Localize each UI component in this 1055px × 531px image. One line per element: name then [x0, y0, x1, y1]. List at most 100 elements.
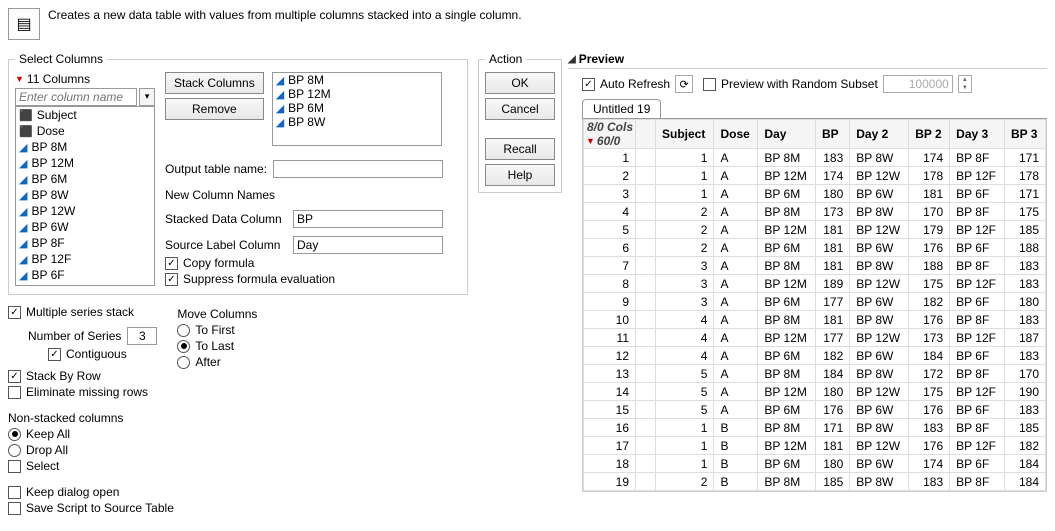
drop-all-radio[interactable] [8, 444, 21, 457]
nominal-icon: ⬛ [19, 125, 33, 138]
table-row[interactable]: 52ABP 12M181BP 12W179BP 12F185 [584, 221, 1046, 239]
auto-refresh-checkbox[interactable]: ✓ [582, 78, 595, 91]
table-row[interactable]: 171BBP 12M181BP 12W176BP 12F182 [584, 437, 1046, 455]
preview-tab[interactable]: Untitled 19 [582, 99, 661, 118]
random-subset-spinner[interactable]: ▲▼ [958, 75, 972, 93]
save-script-checkbox[interactable] [8, 502, 21, 515]
table-row[interactable]: 145ABP 12M180BP 12W175BP 12F190 [584, 383, 1046, 401]
move-to-last-radio[interactable] [177, 340, 190, 353]
column-search-input[interactable] [15, 88, 137, 106]
table-row[interactable]: 114ABP 12M177BP 12W173BP 12F187 [584, 329, 1046, 347]
table-row[interactable]: 31ABP 6M180BP 6W181BP 6F171 [584, 185, 1046, 203]
column-header[interactable]: Subject [656, 120, 714, 149]
continuous-icon: ◢ [276, 74, 284, 87]
move-after-radio[interactable] [177, 356, 190, 369]
move-columns-label: Move Columns [177, 307, 257, 321]
table-row[interactable]: 93ABP 6M177BP 6W182BP 6F180 [584, 293, 1046, 311]
keep-dialog-open-checkbox[interactable] [8, 486, 21, 499]
table-row[interactable]: 73ABP 8M181BP 8W188BP 8F183 [584, 257, 1046, 275]
suppress-formula-checkbox[interactable]: ✓ [165, 273, 178, 286]
nominal-icon: ⬛ [19, 109, 33, 122]
continuous-icon: ◢ [19, 221, 27, 234]
column-list-item[interactable]: ◢BP 12W [16, 203, 154, 219]
copy-formula-checkbox[interactable]: ✓ [165, 257, 178, 270]
help-button[interactable]: Help [485, 164, 555, 186]
multiple-series-label: Multiple series stack [26, 305, 134, 319]
description-text: Creates a new data table with values fro… [48, 8, 522, 24]
table-row[interactable]: 21ABP 12M174BP 12W178BP 12F178 [584, 167, 1046, 185]
stack-columns-button[interactable]: Stack Columns [165, 72, 264, 94]
column-list-item[interactable]: ◢BP 8W [16, 187, 154, 203]
select-checkbox[interactable] [8, 460, 21, 473]
continuous-icon: ◢ [19, 189, 27, 202]
table-row[interactable]: 83ABP 12M189BP 12W175BP 12F183 [584, 275, 1046, 293]
ok-button[interactable]: OK [485, 72, 555, 94]
columns-dropdown-icon[interactable]: ▼ [15, 74, 24, 84]
stacked-data-column-input[interactable] [293, 210, 443, 228]
continuous-icon: ◢ [276, 116, 284, 129]
column-list-item[interactable]: ⬛Subject [16, 107, 154, 123]
column-search-menu-button[interactable]: ▾ [139, 88, 155, 106]
column-list-item[interactable]: ◢BP 12M [16, 155, 154, 171]
stacked-list-item[interactable]: ◢BP 6M [273, 101, 441, 115]
column-list-item[interactable]: ◢BP 8F [16, 235, 154, 251]
random-subset-input[interactable] [883, 75, 953, 93]
table-row[interactable]: 104ABP 8M181BP 8W176BP 8F183 [584, 311, 1046, 329]
table-row[interactable]: 135ABP 8M184BP 8W172BP 8F170 [584, 365, 1046, 383]
column-list-item[interactable]: ◢BP 12F [16, 251, 154, 267]
preview-title: Preview [579, 52, 624, 66]
column-list-item[interactable]: ⬛Dose [16, 123, 154, 139]
stacked-list-item[interactable]: ◢BP 8M [273, 73, 441, 87]
output-table-input[interactable] [273, 160, 443, 178]
keep-all-radio[interactable] [8, 428, 21, 441]
column-list-item[interactable]: ◢BP 8M [16, 139, 154, 155]
stacked-list-item[interactable]: ◢BP 12M [273, 87, 441, 101]
column-header[interactable]: Day [758, 120, 816, 149]
column-header[interactable]: BP [815, 120, 849, 149]
cancel-button[interactable]: Cancel [485, 98, 555, 120]
rows-dropdown-icon[interactable]: ▼ [586, 136, 595, 146]
contiguous-checkbox[interactable]: ✓ [48, 348, 61, 361]
row-state-header [636, 120, 656, 149]
stack-by-row-label: Stack By Row [26, 369, 101, 383]
table-row[interactable]: 181BBP 6M180BP 6W174BP 6F184 [584, 455, 1046, 473]
non-stacked-columns-label: Non-stacked columns [8, 411, 468, 425]
auto-refresh-label: Auto Refresh [600, 77, 670, 91]
continuous-icon: ◢ [19, 173, 27, 186]
select-columns-fieldset: Select Columns ▼ 11 Columns ▾ ⬛Subject⬛D… [8, 52, 468, 295]
action-fieldset: Action OK Cancel Recall Help [478, 52, 562, 193]
eliminate-missing-label: Eliminate missing rows [26, 385, 148, 399]
number-of-series-input[interactable] [127, 327, 157, 345]
app-icon: ▤ [8, 8, 40, 40]
recall-button[interactable]: Recall [485, 138, 555, 160]
table-row[interactable]: 124ABP 6M182BP 6W184BP 6F183 [584, 347, 1046, 365]
table-row[interactable]: 11ABP 8M183BP 8W174BP 8F171 [584, 149, 1046, 167]
table-row[interactable]: 42ABP 8M173BP 8W170BP 8F175 [584, 203, 1046, 221]
column-list-item[interactable]: ◢BP 6M [16, 171, 154, 187]
column-header[interactable]: Dose [714, 120, 758, 149]
remove-button[interactable]: Remove [165, 98, 264, 120]
refresh-icon[interactable]: ⟳ [675, 75, 693, 93]
table-row[interactable]: 192BBP 8M185BP 8W183BP 8F184 [584, 473, 1046, 491]
multiple-series-checkbox[interactable]: ✓ [8, 306, 21, 319]
random-subset-checkbox[interactable] [703, 78, 716, 91]
column-header[interactable]: Day 2 [850, 120, 909, 149]
stack-by-row-checkbox[interactable]: ✓ [8, 370, 21, 383]
table-row[interactable]: 62ABP 6M181BP 6W176BP 6F188 [584, 239, 1046, 257]
preview-disclosure-icon[interactable]: ◢ [568, 54, 576, 65]
stacked-list-item[interactable]: ◢BP 8W [273, 115, 441, 129]
column-list-item[interactable]: ◢BP 6F [16, 267, 154, 283]
column-list-item[interactable]: ◢BP 6W [16, 219, 154, 235]
column-header[interactable]: Day 3 [950, 120, 1005, 149]
continuous-icon: ◢ [276, 88, 284, 101]
columns-list[interactable]: ⬛Subject⬛Dose◢BP 8M◢BP 12M◢BP 6M◢BP 8W◢B… [15, 106, 155, 286]
source-label-column-input[interactable] [293, 236, 443, 254]
stacked-columns-list[interactable]: ◢BP 8M◢BP 12M◢BP 6M◢BP 8W [272, 72, 442, 146]
table-row[interactable]: 161BBP 8M171BP 8W183BP 8F185 [584, 419, 1046, 437]
column-header[interactable]: BP 2 [909, 120, 950, 149]
table-row[interactable]: 155ABP 6M176BP 6W176BP 6F183 [584, 401, 1046, 419]
column-header[interactable]: BP 3 [1004, 120, 1045, 149]
continuous-icon: ◢ [19, 141, 27, 154]
eliminate-missing-checkbox[interactable] [8, 386, 21, 399]
move-to-first-radio[interactable] [177, 324, 190, 337]
